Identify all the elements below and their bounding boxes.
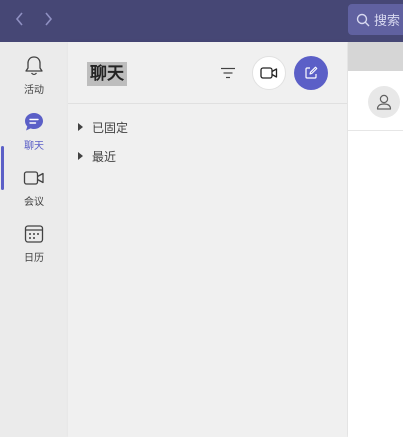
calendar-icon [24, 225, 44, 243]
video-camera-icon [260, 67, 278, 79]
bell-icon [25, 56, 43, 76]
new-chat-button[interactable] [294, 56, 328, 90]
section-recent[interactable]: 最近 [78, 146, 116, 166]
rail-item-label: 活动 [24, 85, 44, 96]
caret-right-icon [78, 123, 84, 131]
compose-icon [305, 66, 318, 79]
page-title: 聊天 [87, 62, 127, 86]
title-bar: 搜索 [0, 0, 403, 42]
filter-button[interactable] [218, 62, 238, 84]
rail-item-label: 日历 [24, 253, 44, 264]
rail-item-meetings[interactable]: 会议 [0, 166, 68, 222]
rail-item-chat[interactable]: 聊天 [0, 110, 68, 166]
content-top-bar [348, 42, 403, 71]
panel-header: 聊天 [68, 42, 347, 104]
app-rail: 活动 聊天 会议 日历 [0, 42, 68, 437]
caret-right-icon [78, 152, 84, 160]
chevron-left-icon [15, 12, 23, 26]
chat-icon [25, 113, 43, 131]
section-label: 最近 [92, 149, 117, 164]
forward-button[interactable] [38, 9, 58, 29]
rail-item-label: 聊天 [24, 141, 44, 152]
person-icon [376, 94, 392, 110]
chat-list-panel: 聊天 已固定 最近 [68, 42, 347, 437]
search-placeholder: 搜索 [374, 14, 401, 29]
video-camera-icon [23, 171, 44, 185]
rail-item-activity[interactable]: 活动 [0, 54, 68, 110]
search-icon [356, 13, 370, 26]
rail-item-label: 会议 [24, 197, 44, 208]
chevron-right-icon [45, 12, 53, 26]
avatar[interactable] [368, 86, 400, 118]
chat-content-area [348, 42, 403, 437]
section-label: 已固定 [92, 120, 129, 135]
section-pinned[interactable]: 已固定 [78, 117, 128, 137]
content-header [348, 71, 403, 131]
meet-now-button[interactable] [252, 56, 286, 90]
rail-item-calendar[interactable]: 日历 [0, 222, 68, 278]
back-button[interactable] [10, 9, 30, 29]
filter-icon [221, 67, 235, 79]
search-input[interactable]: 搜索 [348, 4, 403, 35]
